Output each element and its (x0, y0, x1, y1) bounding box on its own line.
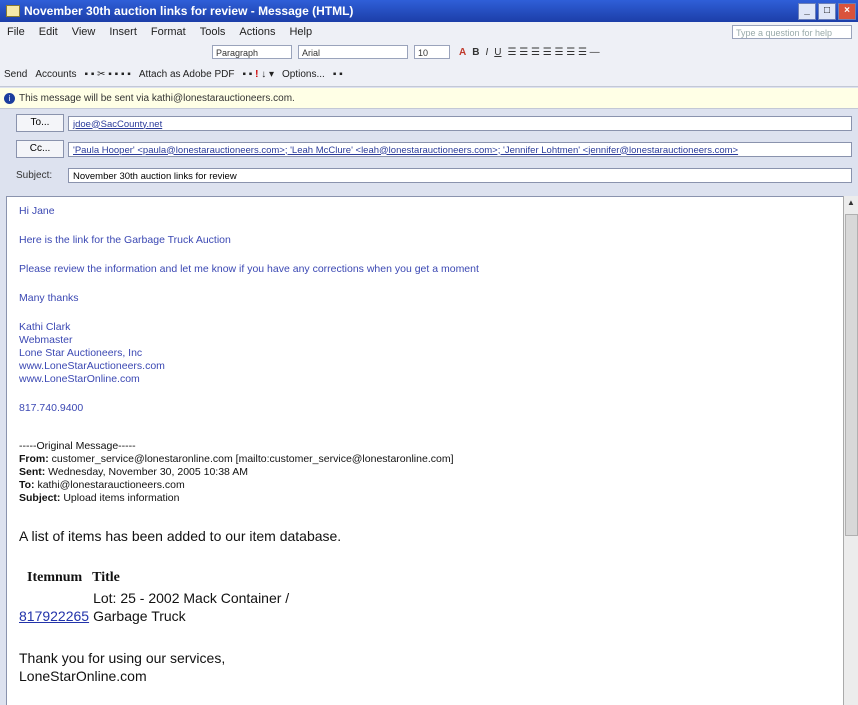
to-recipient: jdoe@SacCounty.net (73, 118, 163, 130)
envelope-icon (6, 5, 20, 17)
help-search-input[interactable]: Type a question for help (732, 25, 852, 39)
col-itemnum: Itemnum (27, 570, 83, 585)
info-text: This message will be sent via kathi@lone… (19, 92, 295, 104)
original-message-header: -----Original Message----- From: custome… (19, 440, 819, 505)
sig-phone: 817.740.9400 (19, 402, 84, 414)
sig-title: Webmaster (19, 334, 73, 346)
menu-view[interactable]: View (72, 26, 96, 38)
italic-button[interactable]: I (485, 47, 488, 58)
sig-company: Lone Star Auctioneers, Inc (19, 347, 143, 359)
font-select[interactable]: Arial (298, 45, 408, 59)
options-button[interactable]: Options... (282, 69, 325, 80)
subject-field[interactable]: November 30th auction links for review (68, 167, 852, 183)
message-window: November 30th auction links for review -… (0, 0, 858, 705)
align-icons[interactable]: ☰ ☰ ☰ ☰ ☰ ☰ ☰ — (507, 47, 599, 58)
cc-recipients: 'Paula Hooper' <paula@lonestarauctioneer… (73, 144, 739, 156)
send-button[interactable]: Send (4, 69, 27, 80)
menu-edit[interactable]: Edit (39, 26, 58, 38)
scroll-up-icon[interactable]: ▲ (844, 196, 858, 210)
menu-format[interactable]: Format (151, 26, 186, 38)
item-title: Lot: 25 - 2002 Mack Container / Garbage … (93, 590, 290, 624)
sig-url-1[interactable]: www.LoneStarAuctioneers.com (19, 360, 819, 373)
message-body[interactable]: Hi Jane Here is the link for the Garbage… (6, 196, 844, 705)
accounts-button[interactable]: Accounts (35, 69, 76, 80)
font-size-select[interactable]: 10 (414, 45, 450, 59)
cc-field[interactable]: 'Paula Hooper' <paula@lonestarauctioneer… (68, 141, 852, 157)
cc-row: Cc... 'Paula Hooper' <paula@lonestarauct… (0, 138, 858, 160)
original-divider: -----Original Message----- (19, 440, 136, 452)
body-line-2: Please review the information and let me… (19, 263, 479, 275)
items-table-header: Itemnum Title (19, 567, 819, 587)
subject-row: Subject: November 30th auction links for… (0, 164, 858, 186)
menu-tools[interactable]: Tools (200, 26, 226, 38)
table-row: 817922265 Lot: 25 - 2002 Mack Container … (19, 589, 819, 625)
greeting: Hi Jane (19, 205, 55, 217)
font-color-button[interactable]: A (459, 47, 466, 58)
style-select[interactable]: Paragraph (212, 45, 292, 59)
body-line-1: Here is the link for the Garbage Truck A… (19, 234, 231, 246)
item-number-link[interactable]: 817922265 (19, 607, 89, 625)
menu-actions[interactable]: Actions (239, 26, 275, 38)
maximize-button[interactable]: □ (818, 2, 836, 20)
menu-help[interactable]: Help (289, 26, 312, 38)
vertical-scrollbar[interactable]: ▲ (843, 196, 858, 705)
signature: Kathi Clark Webmaster Lone Star Auctione… (19, 321, 819, 386)
sig-name: Kathi Clark (19, 321, 71, 333)
closing-line-2: LoneStarOnline.com (19, 668, 147, 684)
sig-url-2[interactable]: www.LoneStarOnline.com (19, 373, 819, 386)
intro-line: A list of items has been added to our it… (19, 528, 342, 544)
to-field[interactable]: jdoe@SacCounty.net (68, 115, 852, 131)
orig-to: To: kathi@lonestarauctioneers.com (19, 479, 185, 491)
window-title: November 30th auction links for review -… (24, 4, 354, 18)
toolbar-icons[interactable]: ▪ ▪ ✂ ▪ ▪ ▪ ▪ (85, 69, 131, 80)
original-content: A list of items has been added to our it… (19, 527, 819, 685)
format-toolbar: Paragraph Arial 10 A B I U ☰ ☰ ☰ ☰ ☰ ☰ ☰… (0, 42, 858, 63)
items-table: Itemnum Title 817922265 Lot: 25 - 2002 M… (19, 567, 819, 625)
info-bar: i This message will be sent via kathi@lo… (0, 88, 858, 109)
toolbar-icons-2[interactable]: ▪ ▪ ! ↓ ▾ (242, 69, 274, 80)
title-bar: November 30th auction links for review -… (0, 0, 858, 22)
to-row: To... jdoe@SacCounty.net (0, 112, 858, 134)
to-button[interactable]: To... (16, 114, 64, 132)
subject-label: Subject: (16, 169, 53, 181)
close-button[interactable]: × (838, 2, 856, 20)
menu-file[interactable]: File (7, 26, 25, 38)
thanks-line: Many thanks (19, 292, 79, 304)
closing-line-1: Thank you for using our services, (19, 650, 226, 666)
orig-subject: Subject: Upload items information (19, 492, 180, 504)
orig-sent: Sent: Wednesday, November 30, 2005 10:38… (19, 466, 248, 478)
reply-text: Hi Jane Here is the link for the Garbage… (19, 205, 819, 431)
menu-insert[interactable]: Insert (109, 26, 137, 38)
cc-button[interactable]: Cc... (16, 140, 64, 158)
attach-pdf-button[interactable]: Attach as Adobe PDF (139, 69, 235, 80)
orig-from: From: customer_service@lonestaronline.co… (19, 453, 454, 465)
scroll-thumb[interactable] (845, 214, 858, 536)
toolbar-icons-3[interactable]: ▪ ▪ (333, 69, 343, 80)
standard-toolbar: Send Accounts ▪ ▪ ✂ ▪ ▪ ▪ ▪ Attach as Ad… (0, 62, 858, 87)
underline-button[interactable]: U (494, 47, 501, 58)
col-title: Title (92, 570, 120, 585)
menu-bar: File Edit View Insert Format Tools Actio… (0, 22, 858, 43)
minimize-button[interactable]: _ (798, 2, 816, 20)
bold-button[interactable]: B (472, 47, 479, 58)
info-icon: i (4, 92, 15, 104)
